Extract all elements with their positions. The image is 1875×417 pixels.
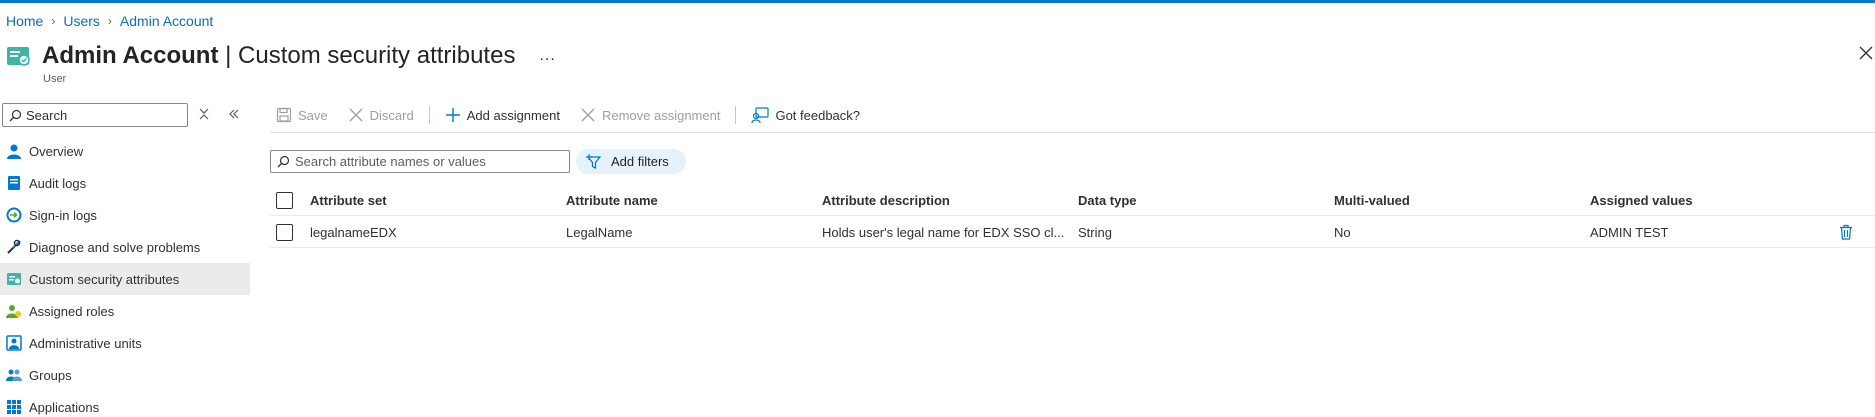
sidebar-item-label: Custom security attributes [29, 271, 180, 287]
discard-button[interactable]: Discard [348, 107, 414, 123]
sidebar-item-label: Assigned roles [29, 303, 115, 319]
sidebar-item-audit-logs[interactable]: Audit logs [0, 167, 250, 199]
sidebar-item-label: Audit logs [29, 175, 87, 191]
cell-attribute-set: legalnameEDX [310, 224, 397, 240]
breadcrumb-home[interactable]: Home [6, 13, 43, 29]
remove-assignment-button[interactable]: Remove assignment [580, 107, 721, 123]
person-icon [7, 144, 21, 159]
sidebar-search-input[interactable] [26, 107, 176, 123]
command-bar: Save Discard Add assignment Remove assig… [276, 104, 880, 126]
roles-icon [6, 305, 21, 318]
column-header-assigned-values[interactable]: Assigned values [1590, 184, 1693, 216]
remove-assignment-label: Remove assignment [601, 107, 721, 123]
command-bar-divider [270, 132, 1875, 133]
sidebar-item-label: Groups [29, 367, 72, 383]
toolbar-divider [428, 106, 430, 124]
collapse-up-down-icon[interactable] [197, 107, 211, 121]
cell-attribute-name: LegalName [566, 224, 633, 240]
breadcrumb: Home › Users › Admin Account [6, 13, 213, 29]
discard-label: Discard [369, 107, 414, 123]
cell-multi-valued: No [1334, 224, 1351, 240]
discard-icon [349, 108, 363, 122]
cell-data-type: String [1078, 224, 1112, 240]
sidebar-item-diagnose[interactable]: Diagnose and solve problems [0, 231, 250, 263]
cell-attribute-description: Holds user's legal name for EDX SSO cl..… [822, 224, 1065, 240]
attribute-search-input[interactable] [295, 154, 565, 169]
page-title: Admin Account | Custom security attribut… [42, 42, 515, 70]
feedback-label: Got feedback? [775, 107, 861, 123]
wrench-icon [7, 239, 21, 254]
sidebar-item-label: Overview [29, 143, 84, 159]
table-row[interactable]: legalnameEDX LegalName Holds user's lega… [270, 216, 1875, 248]
sidebar-item-applications[interactable]: Applications [0, 391, 250, 417]
add-assignment-button[interactable]: Add assignment [445, 107, 560, 123]
sidebar-search-field[interactable] [2, 103, 188, 127]
add-filter-icon [586, 153, 602, 169]
save-icon [276, 107, 292, 123]
security-attributes-icon [7, 47, 30, 66]
search-icon [9, 109, 22, 121]
breadcrumb-current[interactable]: Admin Account [120, 13, 213, 29]
close-icon[interactable] [1858, 45, 1874, 61]
column-header-attribute-set[interactable]: Attribute set [310, 184, 387, 216]
page-subtitle: User [43, 73, 67, 85]
sidebar-item-label: Administrative units [29, 335, 142, 351]
applications-icon [7, 400, 21, 414]
sidebar-item-label: Sign-in logs [29, 207, 97, 223]
page-header: Admin Account | Custom security attribut… [6, 42, 556, 70]
remove-icon [581, 108, 595, 122]
page-title-section: Custom security attributes [238, 42, 516, 69]
collapse-sidebar-icon[interactable] [227, 107, 241, 121]
sidebar-item-assigned-roles[interactable]: Assigned roles [0, 295, 250, 327]
select-all-checkbox[interactable] [276, 192, 293, 209]
column-header-attribute-description[interactable]: Attribute description [822, 184, 950, 216]
column-header-attribute-name[interactable]: Attribute name [566, 184, 658, 216]
cell-assigned-values: ADMIN TEST [1590, 224, 1669, 240]
chevron-right-icon: › [51, 14, 56, 28]
table-header-row: Attribute set Attribute name Attribute d… [270, 184, 1875, 216]
sidebar-item-overview[interactable]: Overview [0, 135, 250, 167]
security-attributes-icon [7, 273, 21, 285]
top-accent-bar [0, 0, 1875, 3]
column-header-data-type[interactable]: Data type [1078, 184, 1137, 216]
plus-icon [445, 108, 460, 122]
toolbar-divider [735, 106, 737, 124]
delete-icon[interactable] [1838, 224, 1854, 240]
sidebar-item-label: Applications [29, 399, 100, 415]
save-label: Save [298, 107, 328, 123]
more-options-button[interactable]: ... [539, 47, 555, 65]
attribute-search-field[interactable] [270, 150, 570, 173]
add-filters-button[interactable]: Add filters [576, 149, 686, 174]
page-title-divider: | [225, 42, 232, 69]
sidebar-item-sign-in-logs[interactable]: Sign-in logs [0, 199, 250, 231]
row-checkbox[interactable] [276, 224, 293, 241]
column-header-multi-valued[interactable]: Multi-valued [1334, 184, 1410, 216]
sidebar-item-groups[interactable]: Groups [0, 359, 250, 391]
add-assignment-label: Add assignment [466, 107, 560, 123]
feedback-button[interactable]: Got feedback? [751, 107, 860, 123]
chevron-right-icon: › [107, 14, 112, 28]
audit-log-icon [8, 176, 20, 190]
sidebar-item-custom-security-attributes[interactable]: Custom security attributes [0, 263, 250, 295]
search-icon [277, 155, 290, 168]
sidebar-item-administrative-units[interactable]: Administrative units [0, 327, 250, 359]
sign-in-icon [6, 207, 22, 223]
attributes-table: Attribute set Attribute name Attribute d… [270, 184, 1875, 248]
breadcrumb-users[interactable]: Users [63, 13, 100, 29]
save-button[interactable]: Save [276, 107, 328, 123]
feedback-icon [751, 107, 770, 123]
groups-icon [6, 369, 22, 381]
sidebar-item-label: Diagnose and solve problems [29, 239, 201, 255]
add-filters-label: Add filters [611, 154, 669, 169]
sidebar-nav: Overview Audit logs Sign-in logs Diagnos… [0, 135, 250, 417]
page-title-name: Admin Account [42, 42, 219, 69]
admin-units-icon [6, 335, 22, 351]
